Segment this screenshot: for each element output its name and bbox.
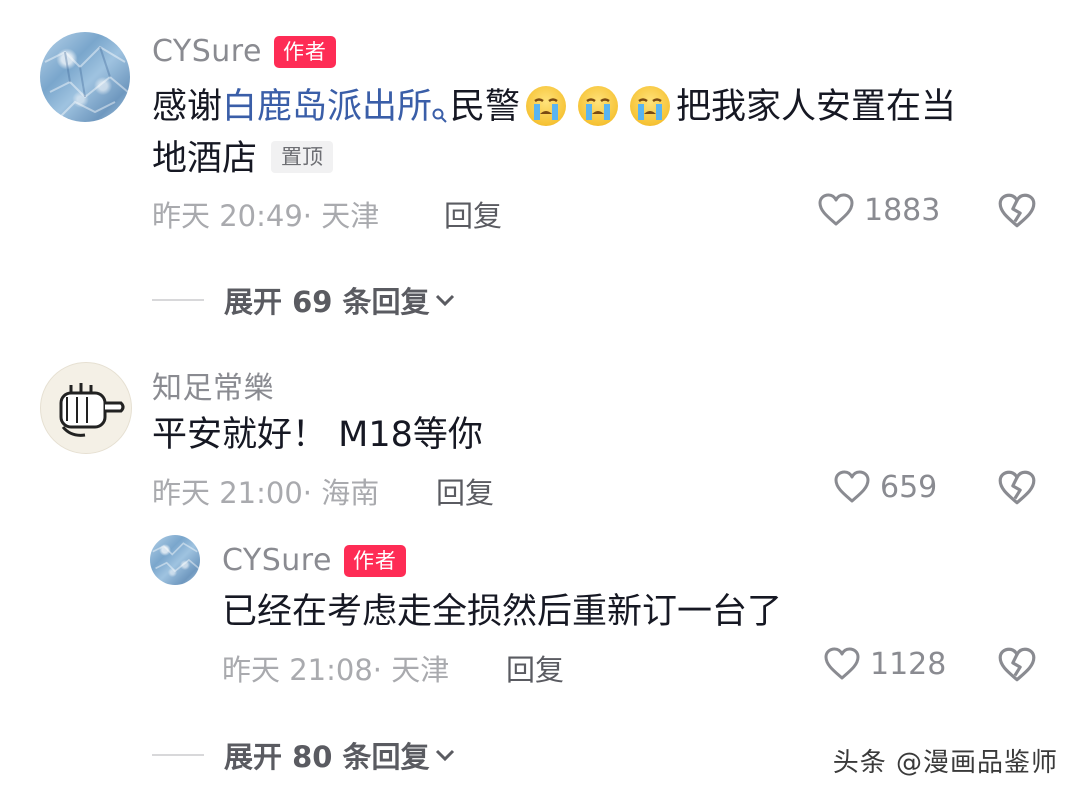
like-count: 1128 bbox=[870, 646, 947, 682]
broken-heart-icon bbox=[998, 647, 1036, 682]
reply-button[interactable]: 回复 bbox=[444, 193, 502, 235]
chevron-down-icon bbox=[435, 749, 454, 762]
username-row: 知足常樂 bbox=[152, 363, 274, 407]
username-row: CYSure 作者 bbox=[222, 543, 406, 578]
comment-text-line2-body: 地酒店 bbox=[152, 139, 258, 179]
watermark: 头条 @漫画品鉴师 bbox=[832, 748, 1058, 778]
avatar[interactable] bbox=[40, 362, 132, 454]
expand-label: 展开 69 条回复 bbox=[224, 285, 430, 319]
comment-text-prefix: 感谢 bbox=[152, 87, 223, 127]
comment-text-mid: 民警 bbox=[450, 87, 521, 127]
pinned-badge: 置顶 bbox=[271, 141, 334, 173]
author-badge: 作者 bbox=[343, 544, 406, 577]
like-count: 659 bbox=[880, 469, 938, 505]
location-link[interactable]: 白鹿岛派出所 bbox=[222, 87, 432, 127]
like-button[interactable]: 1883 bbox=[816, 190, 940, 230]
comment-text-line2: 地酒店 置顶 bbox=[152, 132, 334, 187]
reply-button[interactable]: 回复 bbox=[436, 470, 494, 512]
like-count: 1883 bbox=[864, 192, 941, 228]
avatar[interactable] bbox=[40, 32, 130, 122]
comment-meta: 昨天 20:49· 天津 bbox=[152, 199, 380, 233]
reply-meta: 昨天 21:08· 天津 bbox=[222, 653, 450, 687]
reply-text: 已经在考虑走全损然后重新订一台了 bbox=[222, 592, 783, 632]
dislike-button[interactable] bbox=[996, 644, 1038, 690]
divider-line bbox=[152, 754, 204, 756]
dislike-button[interactable] bbox=[996, 190, 1038, 236]
broken-heart-icon bbox=[998, 470, 1036, 505]
expand-replies-button[interactable]: 展开 69 条回复 bbox=[152, 279, 460, 321]
avatar[interactable] bbox=[150, 535, 200, 585]
heart-icon bbox=[834, 470, 870, 503]
divider-line bbox=[152, 299, 204, 301]
comment-text: 平安就好！ M18等你 bbox=[152, 415, 483, 455]
expand-label: 展开 80 条回复 bbox=[224, 740, 430, 774]
like-button[interactable]: 1128 bbox=[822, 644, 946, 684]
search-icon bbox=[432, 86, 448, 141]
expand-replies-button[interactable]: 展开 80 条回复 bbox=[152, 734, 460, 776]
username[interactable]: CYSure bbox=[152, 34, 262, 69]
pointing-fist-icon bbox=[59, 383, 125, 437]
crying-emoji-icon bbox=[630, 86, 671, 126]
heart-icon bbox=[818, 193, 854, 226]
chevron-down-icon bbox=[435, 294, 454, 307]
comment-meta: 昨天 21:00· 海南 bbox=[152, 476, 380, 510]
username-row: CYSure 作者 bbox=[152, 34, 336, 69]
crying-emoji-icon bbox=[578, 86, 619, 126]
ice-texture-pattern bbox=[152, 542, 200, 573]
ice-texture-pattern bbox=[44, 45, 129, 118]
broken-heart-icon bbox=[998, 193, 1036, 228]
heart-icon bbox=[824, 647, 860, 680]
like-button[interactable]: 659 bbox=[832, 467, 937, 507]
username[interactable]: CYSure bbox=[222, 543, 332, 578]
author-badge: 作者 bbox=[273, 35, 336, 68]
username[interactable]: 知足常樂 bbox=[152, 363, 274, 407]
reply-button[interactable]: 回复 bbox=[506, 647, 564, 689]
crying-emoji-icon bbox=[526, 86, 567, 126]
dislike-button[interactable] bbox=[996, 467, 1038, 513]
comment-text-suffix: 把我家人安置在当 bbox=[676, 87, 957, 127]
